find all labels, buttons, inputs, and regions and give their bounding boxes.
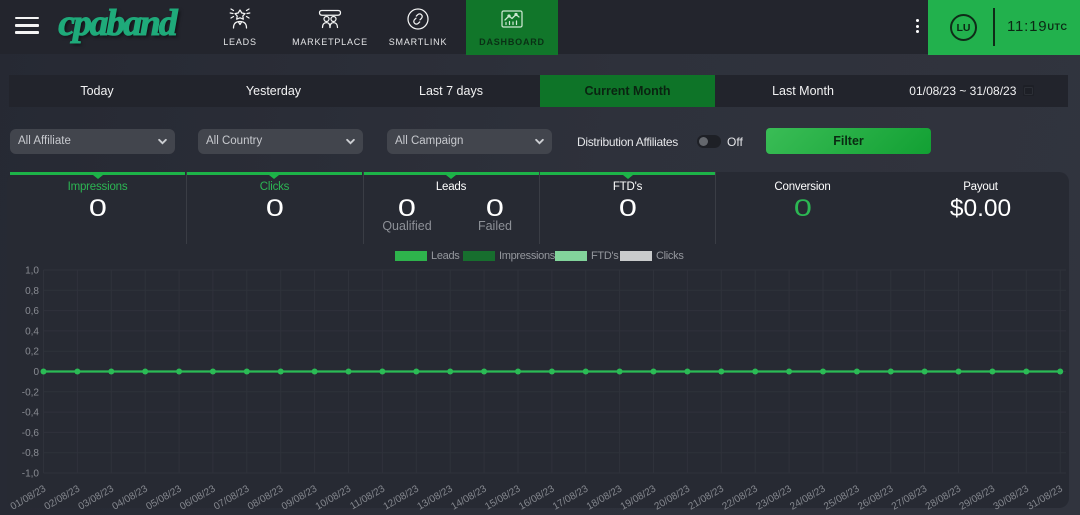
svg-text:10/08/23: 10/08/23 bbox=[314, 483, 354, 512]
svg-text:11/08/23: 11/08/23 bbox=[348, 483, 387, 512]
svg-text:22/08/23: 22/08/23 bbox=[720, 483, 760, 512]
svg-text:31/08/23: 31/08/23 bbox=[1025, 483, 1065, 512]
svg-text:-0,2: -0,2 bbox=[22, 387, 40, 398]
svg-text:18/08/23: 18/08/23 bbox=[585, 483, 625, 512]
svg-text:14/08/23: 14/08/23 bbox=[449, 483, 489, 512]
svg-text:-0,8: -0,8 bbox=[22, 448, 40, 459]
svg-text:04/08/23: 04/08/23 bbox=[110, 483, 150, 512]
svg-text:29/08/23: 29/08/23 bbox=[958, 483, 998, 512]
svg-text:21/08/23: 21/08/23 bbox=[687, 483, 727, 512]
svg-text:07/08/23: 07/08/23 bbox=[212, 483, 252, 512]
svg-text:25/08/23: 25/08/23 bbox=[822, 483, 862, 512]
svg-text:0,8: 0,8 bbox=[25, 286, 39, 297]
svg-text:02/08/23: 02/08/23 bbox=[43, 483, 83, 512]
svg-text:23/08/23: 23/08/23 bbox=[754, 483, 794, 512]
svg-text:-0,4: -0,4 bbox=[22, 408, 40, 419]
svg-text:01/08/23: 01/08/23 bbox=[9, 483, 49, 512]
svg-text:-1,0: -1,0 bbox=[22, 469, 40, 480]
svg-text:15/08/23: 15/08/23 bbox=[483, 483, 523, 512]
svg-text:17/08/23: 17/08/23 bbox=[551, 483, 591, 512]
svg-text:1,0: 1,0 bbox=[25, 266, 39, 277]
svg-text:-0,6: -0,6 bbox=[22, 428, 40, 439]
svg-text:06/08/23: 06/08/23 bbox=[178, 483, 218, 512]
svg-text:28/08/23: 28/08/23 bbox=[924, 483, 964, 512]
svg-text:19/08/23: 19/08/23 bbox=[619, 483, 659, 512]
svg-text:05/08/23: 05/08/23 bbox=[144, 483, 184, 512]
svg-text:09/08/23: 09/08/23 bbox=[280, 483, 320, 512]
svg-text:0,6: 0,6 bbox=[25, 306, 39, 317]
svg-text:27/08/23: 27/08/23 bbox=[890, 483, 930, 512]
svg-text:24/08/23: 24/08/23 bbox=[788, 483, 828, 512]
svg-text:30/08/23: 30/08/23 bbox=[992, 483, 1032, 512]
svg-text:0,2: 0,2 bbox=[25, 347, 39, 358]
svg-text:26/08/23: 26/08/23 bbox=[856, 483, 896, 512]
svg-text:03/08/23: 03/08/23 bbox=[77, 483, 117, 512]
svg-text:0: 0 bbox=[33, 367, 39, 378]
svg-text:13/08/23: 13/08/23 bbox=[415, 483, 455, 512]
svg-text:12/08/23: 12/08/23 bbox=[382, 483, 422, 512]
svg-text:08/08/23: 08/08/23 bbox=[246, 483, 286, 512]
svg-text:20/08/23: 20/08/23 bbox=[653, 483, 693, 512]
svg-text:0,4: 0,4 bbox=[25, 326, 39, 337]
svg-text:16/08/23: 16/08/23 bbox=[517, 483, 557, 512]
